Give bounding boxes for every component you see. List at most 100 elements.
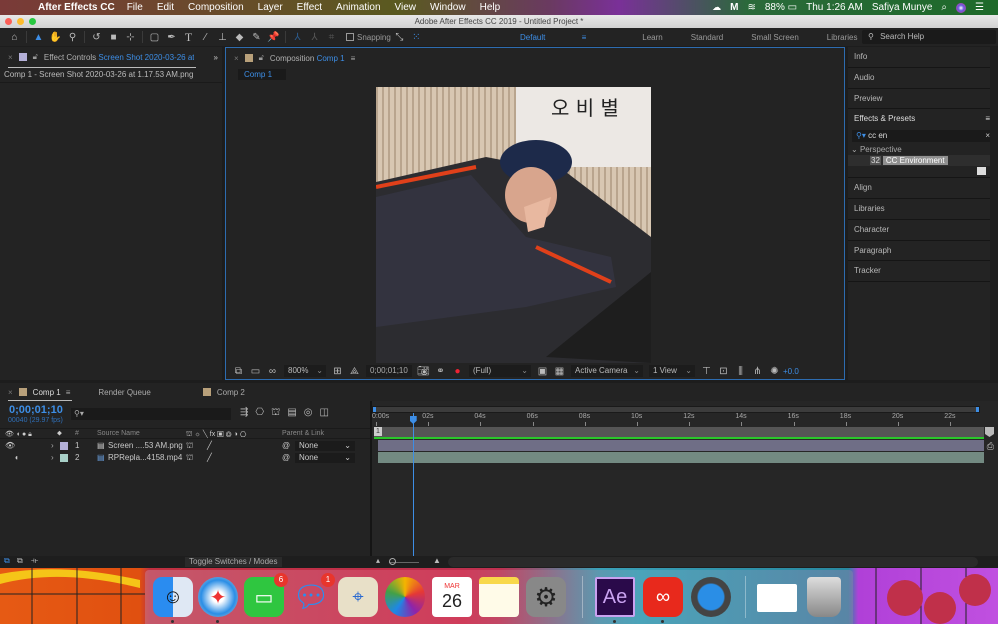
menu-effect[interactable]: Effect <box>297 2 322 13</box>
lock-icon[interactable]: 🔓︎ <box>259 53 264 63</box>
type-tool-icon[interactable]: T <box>180 29 197 45</box>
zoom-out-icon[interactable]: ▴ <box>376 556 380 565</box>
search-help-input[interactable]: ⚲ Search Help <box>862 30 996 44</box>
reset-exposure-icon[interactable]: ✺ <box>766 363 783 379</box>
quality-switch-icon[interactable]: ╱ <box>207 441 212 450</box>
eraser-tool-icon[interactable]: ◆ <box>231 29 248 45</box>
close-tab-icon[interactable]: × <box>8 53 13 62</box>
timeline-graph[interactable]: 0:00s 02s 04s 06s 08s 10s 12s 14s 16s 18s 20s 22s 1… <box>372 401 998 556</box>
dock-notes-icon[interactable] <box>479 577 519 617</box>
dock-calendar-icon[interactable]: MAR 26 <box>432 577 472 617</box>
clock[interactable]: Thu 1:26 AM <box>806 2 863 13</box>
tab-render-queue[interactable]: Render Queue <box>98 388 150 397</box>
close-tab-icon[interactable]: × <box>234 54 239 63</box>
toggle-switches-modes-button[interactable]: Toggle Switches / Modes <box>185 557 282 567</box>
in-out-toggle-icon[interactable]: ⟛ <box>31 556 38 566</box>
layer-duration-bar[interactable] <box>378 440 984 451</box>
puppet-pin-tool-icon[interactable]: 📌 <box>265 29 282 45</box>
shy-layers-icon[interactable]: ⛫ <box>271 407 280 420</box>
view-axis-mode-icon[interactable]: ⌗ <box>323 29 340 45</box>
dock-maps-icon[interactable]: ⌖ <box>338 577 378 617</box>
panel-info[interactable]: Info <box>848 47 998 68</box>
timeline-horizontal-scrollbar[interactable] <box>448 557 978 567</box>
effect-item-cc-environment[interactable]: 32 CC Environment <box>848 155 998 167</box>
panel-paragraph[interactable]: Paragraph <box>848 241 998 262</box>
new-folder-icon[interactable] <box>977 167 986 176</box>
menu-layer[interactable]: Layer <box>258 2 283 13</box>
pen-tool-icon[interactable]: ✒ <box>163 29 180 45</box>
grid-guide-options-icon[interactable]: ⊞ <box>329 363 346 379</box>
channel-rgb-icon[interactable]: ● <box>449 363 466 379</box>
panel-menu-icon[interactable]: ≡ <box>66 388 71 397</box>
workspace-small-screen[interactable]: Small Screen <box>751 33 799 42</box>
work-area-bar[interactable]: 1 <box>374 427 984 437</box>
column-parent-link[interactable]: Parent & Link <box>282 430 324 437</box>
workspace-libraries[interactable]: Libraries <box>827 33 858 42</box>
siri-icon[interactable] <box>956 2 967 13</box>
dock-quicktime-icon[interactable] <box>691 577 731 617</box>
menu-app-name[interactable]: After Effects CC <box>38 2 115 13</box>
menu-view[interactable]: View <box>395 2 417 13</box>
dock-system-preferences-icon[interactable]: ⚙ <box>526 577 566 617</box>
view-layout-dropdown[interactable]: 1 View ⌄ <box>649 365 695 377</box>
dock-photos-icon[interactable] <box>385 577 425 617</box>
composition-mini-flowchart-icon[interactable]: ⇶ <box>240 407 248 420</box>
rectangle-tool-icon[interactable]: ▢ <box>146 29 163 45</box>
workspace-learn[interactable]: Learn <box>642 33 662 42</box>
navigator-end-handle[interactable] <box>976 407 979 412</box>
frame-blending-icon[interactable]: ▤ <box>287 407 296 420</box>
motion-blur-icon[interactable]: ◎ <box>304 407 313 420</box>
close-tab-icon[interactable]: × <box>8 388 13 397</box>
brush-tool-icon[interactable]: ⁄ <box>197 29 214 45</box>
current-time-field[interactable]: 0;00;01;10 <box>366 365 412 377</box>
rotation-tool-icon[interactable]: ↺ <box>88 29 105 45</box>
time-ruler[interactable]: 0:00s 02s 04s 06s 08s 10s 12s 14s 16s 18s 20s 22s <box>372 413 984 427</box>
visibility-eye-icon[interactable]: 👁︎ <box>5 441 15 450</box>
shy-switch-icon[interactable]: ⛫ <box>186 453 193 463</box>
comp-breadcrumb[interactable]: Comp 1 <box>238 69 286 80</box>
parent-dropdown[interactable]: None ⌄ <box>295 441 355 451</box>
effect-category-perspective[interactable]: ⌄ Perspective <box>848 145 998 154</box>
pan-behind-tool-icon[interactable]: ⊹ <box>122 29 139 45</box>
dock-document-icon[interactable] <box>757 584 797 612</box>
comp-end-marker[interactable] <box>985 427 994 437</box>
magnification-dropdown[interactable]: 800% ⌄ <box>284 365 326 377</box>
roto-brush-tool-icon[interactable]: ✎ <box>248 29 265 45</box>
panel-menu-icon[interactable]: ≡ <box>351 54 356 63</box>
panel-tracker[interactable]: Tracker <box>848 261 998 283</box>
local-axis-mode-icon[interactable]: ⅄ <box>289 29 306 45</box>
panel-libraries[interactable]: Libraries <box>848 199 998 220</box>
monitor-icon[interactable]: ▭ <box>247 363 264 379</box>
transfer-controls-toggle-icon[interactable]: ⧉ <box>17 556 23 566</box>
effect-controls-tab[interactable]: × 🔓︎ Effect Controls Screen Shot 2020-03… <box>0 47 222 67</box>
workspace-standard[interactable]: Standard <box>691 33 723 42</box>
tab-comp-2[interactable]: Comp 2 <box>217 388 245 397</box>
zoom-tool-icon[interactable]: ⚲ <box>64 29 81 45</box>
layer-search-input[interactable]: ⚲▾ <box>71 408 231 420</box>
comp-button-icon[interactable]: ⎙ <box>987 441 994 452</box>
show-snapshot-icon[interactable]: ⚭ <box>432 363 449 379</box>
notification-center-icon[interactable]: ☰ <box>975 2 984 13</box>
pick-whip-icon[interactable]: @ <box>282 453 290 462</box>
menu-composition[interactable]: Composition <box>188 2 244 13</box>
clone-stamp-tool-icon[interactable]: ⊥ <box>214 29 231 45</box>
zoom-in-icon[interactable]: ▲ <box>433 556 441 565</box>
dock-trash-icon[interactable] <box>807 577 841 617</box>
layer-label-color[interactable] <box>60 454 68 462</box>
menu-help[interactable]: Help <box>480 2 501 13</box>
graph-editor-icon[interactable]: ◫ <box>320 407 329 420</box>
navigator-start-handle[interactable] <box>373 407 376 412</box>
user-name[interactable]: Safiya Munye <box>872 2 933 13</box>
panel-scrollbar[interactable] <box>990 47 998 380</box>
menu-file[interactable]: File <box>127 2 143 13</box>
hand-tool-icon[interactable]: ✋ <box>47 29 64 45</box>
snapping-toggle[interactable]: Snapping <box>346 33 391 42</box>
menu-window[interactable]: Window <box>430 2 466 13</box>
flowchart-icon[interactable]: ⋔ <box>749 363 766 379</box>
panel-overflow-icon[interactable]: » <box>214 53 218 62</box>
resolution-dropdown[interactable]: (Full) ⌄ <box>469 365 531 377</box>
fast-previews-icon[interactable]: ⊡ <box>715 363 732 379</box>
effects-search-input[interactable]: ⚲▾ cc en × <box>852 130 994 143</box>
panel-effects-presets[interactable]: Effects & Presets ≡ <box>848 109 998 130</box>
snapshot-camera-icon[interactable]: 📷︎ <box>415 363 432 379</box>
